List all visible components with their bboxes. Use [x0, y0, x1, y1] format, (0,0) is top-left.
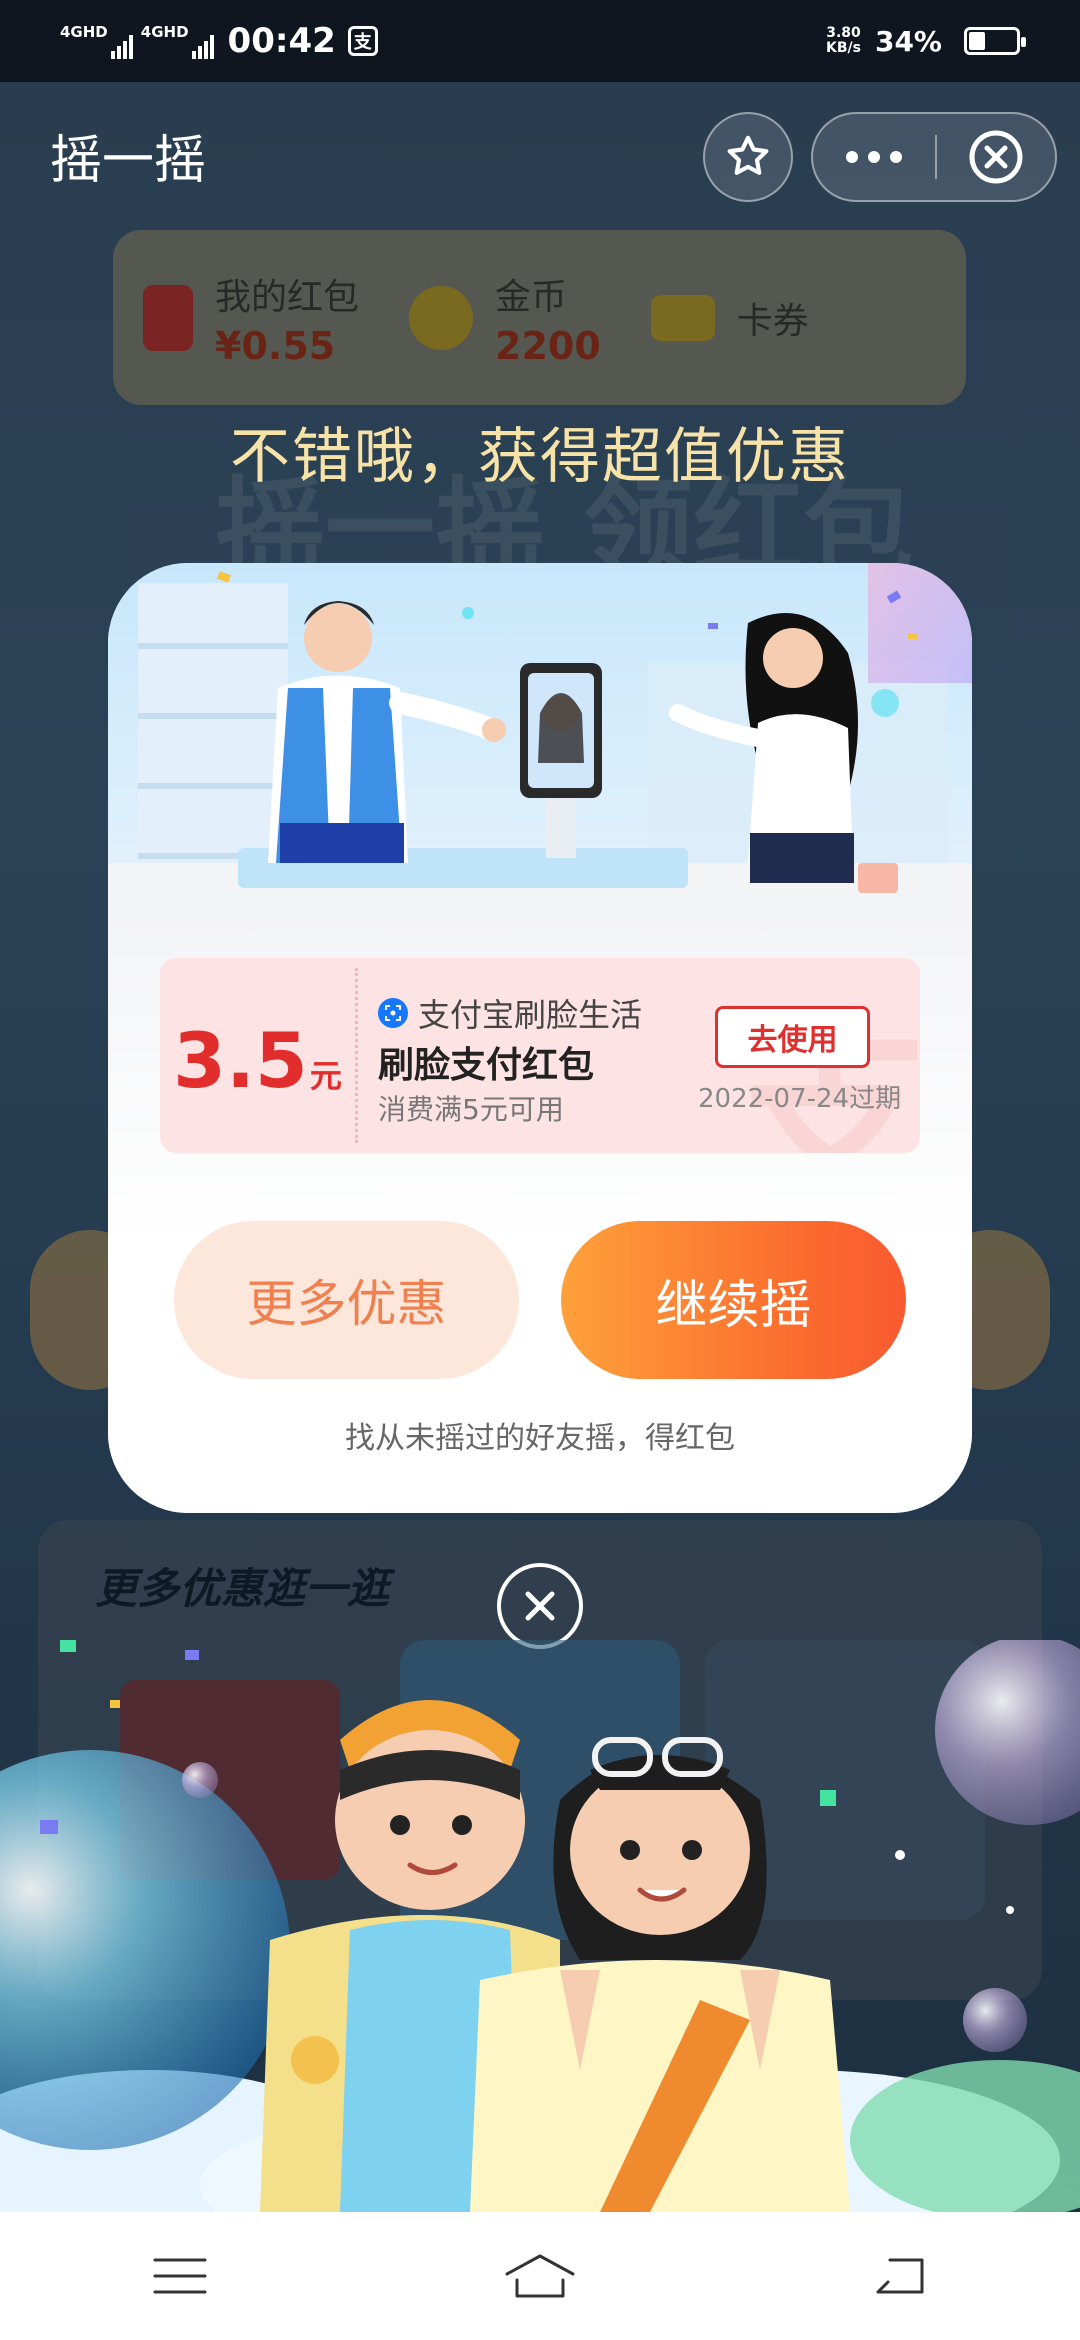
clock: 00:42 — [227, 21, 336, 61]
signal-bars-icon — [191, 35, 214, 59]
coupon-brand-row: 支付宝刷脸生活 — [378, 990, 642, 1036]
home-icon — [505, 2254, 575, 2298]
close-circle-icon — [969, 130, 1023, 184]
star-icon — [727, 135, 769, 175]
face-scan-icon — [378, 998, 408, 1028]
gold-coin-icon — [409, 285, 474, 350]
use-coupon-button[interactable]: 去使用 — [715, 1006, 870, 1068]
signal-1-label: 4GHD — [60, 23, 108, 41]
reward-popup: 支 3.5 元 支付宝刷脸生活 刷脸支付红包 消费满5元可用 去使用 2022-… — [108, 563, 972, 1513]
alipay-status-icon: 支 — [347, 26, 378, 56]
more-dots-icon — [846, 151, 902, 163]
coupon-divider — [355, 968, 358, 1143]
system-nav-bar — [0, 2212, 1080, 2340]
more-button[interactable] — [813, 114, 935, 200]
red-packet-icon — [143, 284, 193, 351]
popup-headline: 不错哦，获得超值优惠 — [230, 422, 850, 492]
mascot-illustration — [0, 1640, 1080, 2212]
more-deals-button[interactable]: 更多优惠 — [174, 1221, 519, 1379]
invite-hint: 找从未摇过的好友摇，得红包 — [345, 1421, 735, 1456]
coupon-title: 刷脸支付红包 — [378, 1045, 595, 1086]
nav-back-button[interactable] — [840, 2236, 960, 2316]
wallet-coupons[interactable]: 卡券 — [650, 292, 809, 344]
wallet-summary[interactable]: 我的红包 ¥0.55 金币 2200 卡券 — [113, 230, 966, 405]
battery-icon — [964, 27, 1026, 55]
close-popup-button[interactable] — [497, 1563, 583, 1649]
coupon-amount-value: 3.5 — [173, 1016, 308, 1105]
coupon-expiry: 2022-07-24过期 — [698, 1084, 902, 1114]
coupon-amount: 3.5 元 — [160, 958, 355, 1153]
signal-2: 4GHD — [141, 23, 214, 59]
back-icon — [876, 2258, 924, 2294]
net-speed-value: 3.80 — [826, 25, 861, 41]
coupon-amount-unit: 元 — [309, 1057, 342, 1095]
more-deals-title: 更多优惠逛一逛 — [95, 1564, 390, 1613]
signal-bars-icon — [110, 35, 133, 59]
coins-label: 金币 — [495, 276, 568, 318]
nav-menu-button[interactable] — [120, 2236, 240, 2316]
mini-app-capsule — [811, 112, 1057, 202]
coins-value: 2200 — [495, 323, 601, 368]
coupon-card[interactable]: 支 3.5 元 支付宝刷脸生活 刷脸支付红包 消费满5元可用 去使用 2022-… — [160, 958, 920, 1153]
page-title: 摇一摇 — [50, 131, 207, 191]
wallet-red-packet[interactable]: 我的红包 ¥0.55 — [143, 268, 359, 368]
wallet-coins[interactable]: 金币 2200 — [409, 268, 601, 368]
close-miniapp-button[interactable] — [937, 114, 1055, 200]
close-icon — [525, 1591, 555, 1621]
red-packet-label: 我的红包 — [215, 276, 360, 318]
signal-2-label: 4GHD — [140, 23, 189, 41]
ticket-icon — [650, 294, 715, 341]
red-packet-value: ¥0.55 — [215, 323, 336, 368]
nav-home-button[interactable] — [480, 2236, 600, 2316]
net-speed: 3.80 KB/s — [826, 26, 861, 56]
continue-shake-button[interactable]: 继续摇 — [561, 1221, 906, 1379]
battery-percent: 34% — [874, 24, 942, 58]
coupon-condition: 消费满5元可用 — [378, 1093, 564, 1126]
coupon-brand: 支付宝刷脸生活 — [418, 996, 643, 1034]
status-bar: 4GHD 4GHD 00:42 支 3.80 KB/s 34% — [0, 0, 1080, 82]
face-pay-illustration — [108, 563, 972, 913]
coupons-label: 卡券 — [736, 300, 809, 342]
mascot-art — [0, 1640, 1080, 2212]
net-speed-unit: KB/s — [826, 40, 861, 56]
signal-1: 4GHD — [60, 23, 133, 59]
menu-icon — [153, 2258, 207, 2294]
popup-illustration — [108, 563, 972, 913]
favorite-button[interactable] — [703, 112, 793, 202]
